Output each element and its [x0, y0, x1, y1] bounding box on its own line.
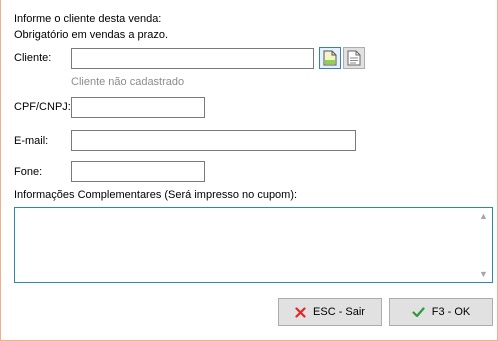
x-icon	[295, 306, 306, 318]
ok-button[interactable]: F3 - OK	[389, 298, 493, 326]
ok-button-label: F3 - OK	[431, 306, 471, 318]
new-client-button[interactable]	[319, 47, 341, 69]
info-textarea[interactable]: ▲ ▼	[14, 207, 493, 283]
info-label: Informações Complementares (Será impress…	[14, 189, 298, 201]
new-document-icon	[323, 50, 337, 66]
fone-label: Fone:	[14, 166, 43, 178]
cancel-button-label: ESC - Sair	[313, 306, 365, 318]
cliente-label: Cliente:	[14, 52, 52, 64]
scroll-up-icon[interactable]: ▲	[479, 211, 488, 221]
dialog-window: Informe o cliente desta venda: Obrigatór…	[0, 0, 498, 341]
cpf-input[interactable]	[71, 97, 205, 118]
info-scrollbar[interactable]: ▲ ▼	[476, 208, 492, 282]
cliente-status-hint: Cliente não cadastrado	[71, 76, 185, 88]
scroll-down-icon[interactable]: ▼	[479, 269, 488, 279]
document-list-icon	[347, 50, 361, 66]
search-client-button[interactable]	[343, 47, 365, 69]
cliente-input[interactable]	[71, 48, 314, 69]
email-input[interactable]	[71, 130, 356, 151]
cancel-button[interactable]: ESC - Sair	[278, 298, 382, 326]
email-label: E-mail:	[14, 135, 49, 147]
check-icon	[412, 306, 425, 317]
instruction-line-2: Obrigatório em vendas a prazo.	[14, 29, 169, 41]
instruction-line-1: Informe o cliente desta venda:	[14, 13, 162, 25]
cpf-label: CPF/CNPJ:	[14, 101, 71, 113]
fone-input[interactable]	[71, 161, 205, 182]
